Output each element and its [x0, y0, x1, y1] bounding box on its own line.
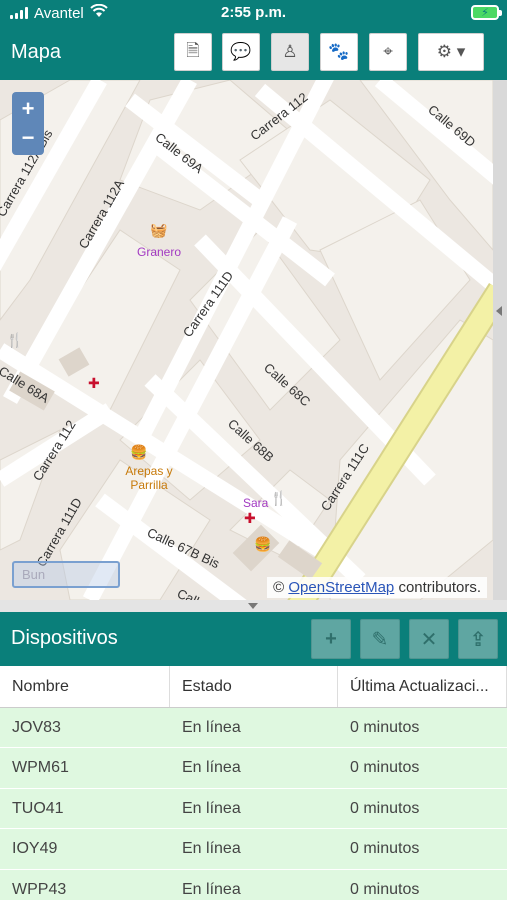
- device-name: WPM61: [12, 759, 69, 777]
- edit-icon: ✎: [371, 628, 389, 651]
- zoom-in-button[interactable]: +: [14, 95, 42, 123]
- paw-icon: 🐾: [328, 42, 350, 61]
- devices-toolbar: Dispositivos + ✎ ✕ ⇪: [0, 612, 507, 666]
- device-last-update: 0 minutos: [350, 880, 420, 898]
- edit-device-button[interactable]: ✎: [360, 619, 400, 659]
- column-header-name[interactable]: Nombre: [0, 666, 170, 707]
- device-name: IOY49: [12, 840, 58, 858]
- table-row[interactable]: IOY49 En línea 0 minutos: [0, 829, 507, 870]
- status-bar: Avantel 2:55 p.m. ⚡: [0, 0, 507, 26]
- upload-icon: ⇪: [469, 628, 487, 651]
- pharmacy-icon: ✚: [88, 375, 100, 391]
- poi-label: Arepas y Parrilla: [125, 464, 173, 492]
- map-toolbar: Mapa 🗎 💬 ♙ 🐾 ⌖ ⚙ ▾: [0, 26, 507, 80]
- add-icon: +: [325, 627, 337, 650]
- chat-icon: 💬: [230, 42, 252, 61]
- geofences-button[interactable]: ♙: [271, 33, 309, 71]
- clock: 2:55 p.m.: [220, 4, 287, 21]
- commands-button[interactable]: 💬: [222, 33, 260, 71]
- locate-button[interactable]: ⌖: [369, 33, 407, 71]
- restaurant-icon: 🍴: [6, 332, 24, 348]
- attribution-suffix: contributors.: [398, 579, 481, 596]
- zoom-out-button[interactable]: −: [14, 124, 42, 152]
- map-view[interactable]: Carrera 112A Bis Carrera 112A Calle 69A …: [0, 80, 493, 600]
- device-status: En línea: [182, 759, 241, 777]
- geofence-pin-icon: ♙: [282, 42, 298, 61]
- table-header: Nombre Estado Última Actualizaci...: [0, 666, 507, 708]
- column-header-status[interactable]: Estado: [170, 666, 338, 707]
- table-row[interactable]: WPP43 En línea 0 minutos: [0, 869, 507, 900]
- device-name: JOV83: [12, 719, 61, 736]
- device-status: En línea: [182, 880, 241, 898]
- poi-label: Sara: [243, 496, 269, 510]
- add-device-button[interactable]: +: [311, 619, 351, 659]
- device-last-update: 0 minutos: [350, 759, 420, 777]
- device-status: En línea: [182, 840, 241, 858]
- table-row[interactable]: JOV83 En línea 0 minutos: [0, 708, 507, 749]
- devices-title: Dispositivos: [11, 627, 118, 649]
- map-collapse-handle[interactable]: [493, 80, 507, 600]
- upload-button[interactable]: ⇪: [458, 619, 498, 659]
- remove-icon: ✕: [420, 628, 438, 651]
- table-row[interactable]: TUO41 En línea 0 minutos: [0, 788, 507, 830]
- remove-device-button[interactable]: ✕: [409, 619, 449, 659]
- device-status: En línea: [182, 719, 241, 736]
- pharmacy-icon: ✚: [244, 510, 256, 526]
- shop-basket-icon: 🧺: [150, 222, 168, 238]
- devices-table: Nombre Estado Última Actualizaci... JOV8…: [0, 666, 507, 900]
- reports-button[interactable]: 🗎: [174, 33, 212, 71]
- device-last-update: 0 minutos: [350, 719, 420, 736]
- restaurant-icon: 🍴: [270, 490, 288, 506]
- map-search-box[interactable]: Bun: [12, 561, 120, 588]
- fast-food-icon: 🍔: [254, 536, 272, 552]
- poi-label: Granero: [137, 245, 182, 259]
- battery-charging-icon: ⚡: [471, 5, 502, 20]
- device-name: TUO41: [12, 799, 64, 817]
- device-name: WPP43: [12, 880, 67, 898]
- fast-food-icon: 🍔: [130, 444, 148, 460]
- zoom-control: + −: [12, 92, 44, 155]
- map-resize-handle[interactable]: [0, 600, 507, 612]
- device-last-update: 0 minutos: [350, 840, 420, 858]
- settings-menu-button[interactable]: ⚙ ▾: [418, 33, 484, 71]
- document-icon: 🗎: [186, 40, 200, 60]
- device-status: En línea: [182, 799, 241, 817]
- device-last-update: 0 minutos: [350, 799, 420, 817]
- openstreetmap-link[interactable]: OpenStreetMap: [288, 579, 394, 596]
- table-row[interactable]: WPM61 En línea 0 minutos: [0, 748, 507, 789]
- attribution-prefix: ©: [273, 579, 285, 596]
- settings-dropdown-icon: ⚙ ▾: [436, 42, 466, 61]
- map-attribution: © OpenStreetMap contributors.: [267, 577, 487, 598]
- map-title: Mapa: [11, 41, 62, 63]
- locate-icon: ⌖: [383, 42, 393, 61]
- animals-button[interactable]: 🐾: [320, 33, 358, 71]
- column-header-last-update[interactable]: Última Actualizaci...: [338, 666, 507, 707]
